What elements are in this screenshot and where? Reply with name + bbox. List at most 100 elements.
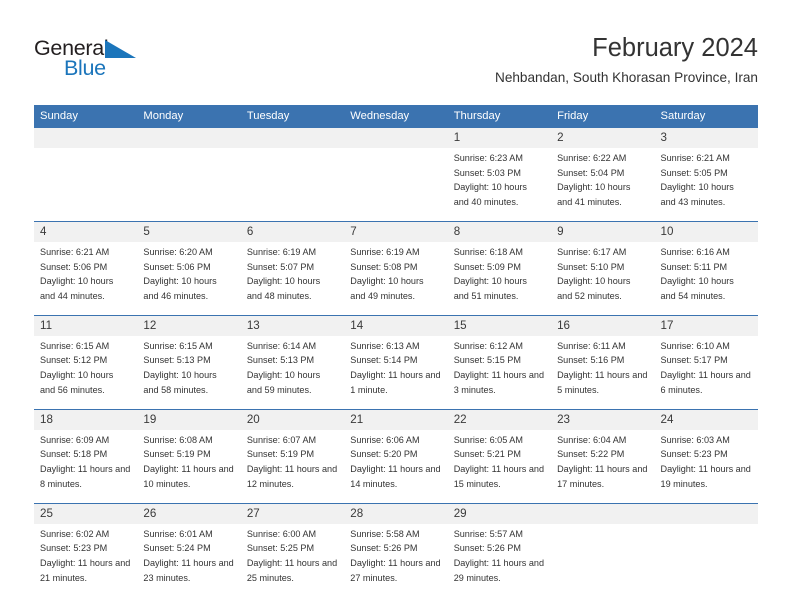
day-cell[interactable]: Sunrise: 6:19 AM Sunset: 5:07 PM Dayligh… (240, 241, 345, 316)
day-number[interactable] (551, 502, 655, 524)
week-info-row: Sunrise: 6:23 AM Sunset: 5:03 PM Dayligh… (34, 147, 758, 222)
day-number[interactable]: 2 (551, 128, 655, 148)
week-number-row: 11 12 13 14 15 16 17 (34, 314, 758, 336)
day-number[interactable]: 6 (240, 220, 345, 242)
day-cell[interactable]: Sunrise: 6:12 AM Sunset: 5:15 PM Dayligh… (447, 335, 552, 410)
general-blue-logo[interactable]: General Blue (34, 37, 174, 84)
day-cell[interactable]: Sunrise: 6:07 AM Sunset: 5:19 PM Dayligh… (240, 429, 345, 504)
sunset-text: Sunset: 5:07 PM (246, 261, 315, 272)
day-cell[interactable]: Sunrise: 6:03 AM Sunset: 5:23 PM Dayligh… (654, 429, 758, 504)
day-number[interactable]: 10 (654, 220, 758, 242)
sunrise-text: Sunrise: 6:14 AM (246, 340, 317, 351)
daylight-text: Daylight: 10 hours and 59 minutes. (246, 370, 321, 395)
day-cell[interactable] (344, 147, 448, 222)
day-number[interactable]: 14 (344, 314, 448, 336)
day-number[interactable] (240, 128, 345, 148)
day-number[interactable]: 7 (344, 220, 448, 242)
day-number[interactable]: 4 (34, 220, 138, 242)
day-number[interactable]: 27 (240, 502, 345, 524)
day-cell[interactable]: Sunrise: 6:16 AM Sunset: 5:11 PM Dayligh… (654, 241, 758, 316)
day-cell[interactable]: Sunrise: 6:18 AM Sunset: 5:09 PM Dayligh… (447, 241, 552, 316)
day-number[interactable]: 18 (34, 408, 138, 430)
day-number[interactable]: 23 (551, 408, 655, 430)
day-cell[interactable]: Sunrise: 6:17 AM Sunset: 5:10 PM Dayligh… (551, 241, 655, 316)
sunrise-text: Sunrise: 6:13 AM (350, 340, 420, 351)
day-number[interactable]: 9 (551, 220, 655, 242)
sunrise-text: Sunrise: 6:03 AM (660, 434, 730, 445)
day-number[interactable]: 17 (654, 314, 758, 336)
day-cell[interactable]: Sunrise: 6:13 AM Sunset: 5:14 PM Dayligh… (344, 335, 448, 410)
day-number[interactable]: 12 (137, 314, 241, 336)
day-header-wednesday: Wednesday (344, 105, 448, 128)
day-number[interactable]: 26 (137, 502, 241, 524)
page-header: General Blue February 2024 Nehbandan, So… (0, 0, 792, 104)
daylight-text: Daylight: 10 hours and 49 minutes. (350, 276, 424, 301)
day-number[interactable]: 11 (34, 314, 138, 336)
day-cell[interactable]: Sunrise: 6:21 AM Sunset: 5:05 PM Dayligh… (654, 147, 758, 222)
day-cell[interactable]: Sunrise: 6:19 AM Sunset: 5:08 PM Dayligh… (344, 241, 448, 316)
sunset-text: Sunset: 5:18 PM (40, 449, 108, 460)
day-cell[interactable]: Sunrise: 6:10 AM Sunset: 5:17 PM Dayligh… (654, 335, 758, 410)
sunset-text: Sunset: 5:03 PM (453, 167, 521, 178)
day-cell[interactable] (34, 147, 138, 222)
day-number[interactable]: 28 (344, 502, 448, 524)
sunset-text: Sunset: 5:26 PM (453, 543, 521, 554)
day-cell[interactable]: Sunrise: 6:15 AM Sunset: 5:13 PM Dayligh… (137, 335, 241, 410)
daylight-text: Daylight: 11 hours and 25 minutes. (246, 557, 338, 583)
day-cell[interactable]: Sunrise: 5:58 AM Sunset: 5:26 PM Dayligh… (344, 523, 448, 597)
day-number[interactable]: 25 (34, 502, 138, 524)
day-cell[interactable]: Sunrise: 6:11 AM Sunset: 5:16 PM Dayligh… (551, 335, 655, 410)
sunset-text: Sunset: 5:12 PM (40, 355, 108, 366)
page-title: February 2024 (592, 34, 758, 62)
day-number[interactable]: 15 (447, 314, 552, 336)
sunrise-text: Sunrise: 6:08 AM (143, 434, 213, 445)
sunrise-text: Sunrise: 6:17 AM (557, 246, 627, 257)
day-header-sunday: Sunday (34, 105, 138, 128)
day-cell[interactable]: Sunrise: 6:20 AM Sunset: 5:06 PM Dayligh… (137, 241, 241, 316)
sunrise-text: Sunrise: 6:00 AM (246, 528, 317, 539)
sunrise-text: Sunrise: 6:22 AM (557, 152, 627, 163)
day-cell[interactable]: Sunrise: 6:01 AM Sunset: 5:24 PM Dayligh… (137, 523, 241, 597)
day-number[interactable]: 24 (654, 408, 758, 430)
day-number[interactable]: 29 (447, 502, 552, 524)
day-number[interactable]: 5 (137, 220, 241, 242)
day-number[interactable] (137, 128, 241, 148)
day-cell[interactable]: Sunrise: 6:21 AM Sunset: 5:06 PM Dayligh… (34, 241, 138, 316)
day-cell[interactable]: Sunrise: 6:14 AM Sunset: 5:13 PM Dayligh… (240, 335, 345, 410)
day-cell[interactable]: Sunrise: 6:23 AM Sunset: 5:03 PM Dayligh… (447, 147, 552, 222)
daylight-text: Daylight: 10 hours and 40 minutes. (453, 182, 527, 208)
sunset-text: Sunset: 5:23 PM (660, 449, 728, 460)
day-number[interactable] (34, 128, 138, 148)
sunrise-text: Sunrise: 6:15 AM (40, 340, 110, 351)
day-cell[interactable] (654, 523, 758, 597)
day-number[interactable]: 22 (447, 408, 552, 430)
day-cell[interactable]: Sunrise: 6:02 AM Sunset: 5:23 PM Dayligh… (34, 523, 138, 597)
day-number[interactable]: 1 (447, 128, 552, 148)
day-number[interactable] (654, 502, 758, 524)
day-cell[interactable]: Sunrise: 6:00 AM Sunset: 5:25 PM Dayligh… (240, 523, 345, 597)
logo-text-blue: Blue (64, 56, 106, 80)
sunset-text: Sunset: 5:26 PM (350, 543, 418, 554)
day-cell[interactable]: Sunrise: 5:57 AM Sunset: 5:26 PM Dayligh… (447, 523, 552, 597)
day-number[interactable]: 16 (551, 314, 655, 336)
day-cell[interactable]: Sunrise: 6:08 AM Sunset: 5:19 PM Dayligh… (137, 429, 241, 504)
day-number[interactable]: 21 (344, 408, 448, 430)
day-cell[interactable]: Sunrise: 6:06 AM Sunset: 5:20 PM Dayligh… (344, 429, 448, 504)
day-cell[interactable] (551, 523, 655, 597)
day-number[interactable]: 19 (137, 408, 241, 430)
sunrise-text: Sunrise: 6:21 AM (40, 246, 110, 257)
day-cell[interactable]: Sunrise: 6:04 AM Sunset: 5:22 PM Dayligh… (551, 429, 655, 504)
day-cell[interactable]: Sunrise: 6:05 AM Sunset: 5:21 PM Dayligh… (447, 429, 552, 504)
sunrise-text: Sunrise: 6:19 AM (246, 246, 317, 257)
day-number[interactable]: 13 (240, 314, 345, 336)
sunrise-text: Sunrise: 6:06 AM (350, 434, 420, 445)
day-number[interactable]: 3 (654, 128, 758, 148)
day-cell[interactable] (240, 147, 345, 222)
day-cell[interactable]: Sunrise: 6:09 AM Sunset: 5:18 PM Dayligh… (34, 429, 138, 504)
day-cell[interactable] (137, 147, 241, 222)
day-cell[interactable]: Sunrise: 6:15 AM Sunset: 5:12 PM Dayligh… (34, 335, 138, 410)
day-cell[interactable]: Sunrise: 6:22 AM Sunset: 5:04 PM Dayligh… (551, 147, 655, 222)
day-number[interactable] (344, 128, 448, 148)
day-number[interactable]: 8 (447, 220, 552, 242)
day-number[interactable]: 20 (240, 408, 345, 430)
